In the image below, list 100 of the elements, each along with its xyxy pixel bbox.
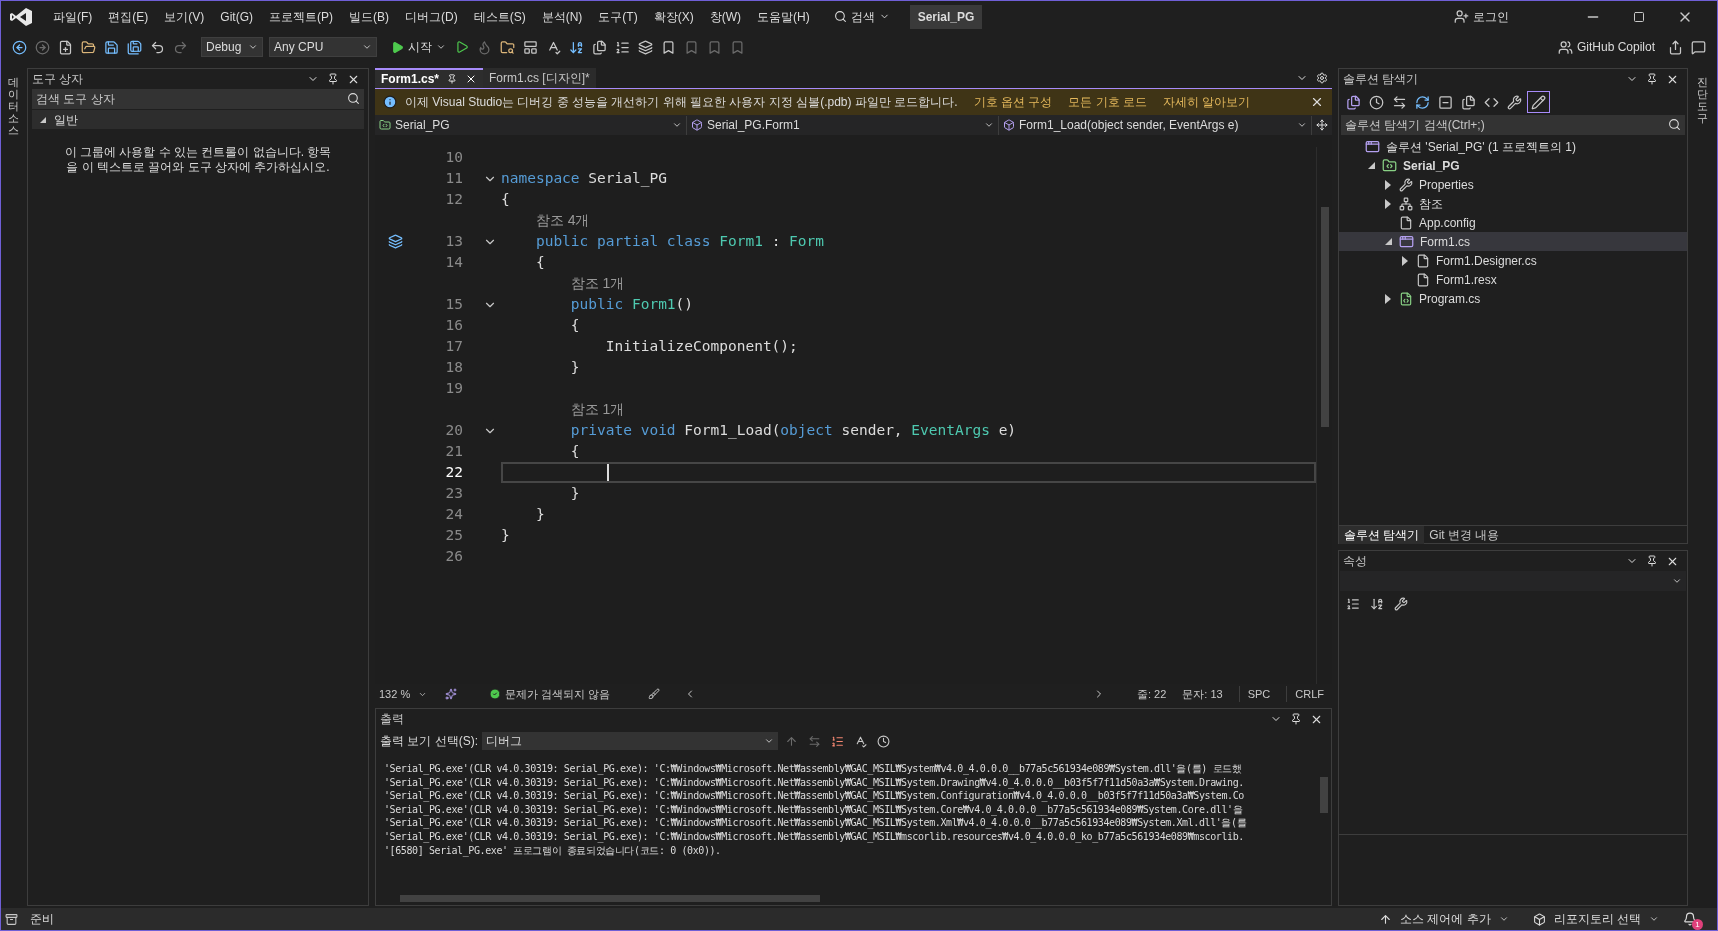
search-field[interactable]: 검색 도구 상자 bbox=[32, 89, 364, 109]
menu-item[interactable]: 파일(F) bbox=[45, 7, 101, 26]
line-number: 26 bbox=[444, 546, 463, 566]
box-icon bbox=[1532, 912, 1546, 926]
group-header[interactable]: 일반 bbox=[32, 110, 364, 129]
code-map-icon[interactable] bbox=[387, 234, 403, 249]
expanded-arrow-icon[interactable] bbox=[1367, 162, 1375, 169]
code-cleanup-icon[interactable] bbox=[648, 688, 661, 700]
tree-item[interactable]: Properties bbox=[1339, 175, 1687, 194]
tree-item[interactable]: 참조 bbox=[1339, 194, 1687, 213]
wrench-icon bbox=[1399, 177, 1413, 192]
collapsed-arrow-icon[interactable] bbox=[1402, 255, 1408, 266]
people-icon bbox=[1557, 39, 1573, 55]
close-icon[interactable] bbox=[1310, 95, 1324, 109]
pin-icon[interactable] bbox=[1646, 73, 1658, 85]
menu-item[interactable]: 편집(E) bbox=[100, 7, 157, 26]
search-button[interactable]: 검색 bbox=[825, 7, 898, 26]
menu-item[interactable]: 도구(T) bbox=[590, 7, 646, 26]
code-line: { bbox=[501, 189, 510, 209]
folder-search-icon bbox=[500, 39, 515, 55]
maximize-icon[interactable] bbox=[1633, 10, 1645, 23]
info-link[interactable]: 모든 기호 로드 bbox=[1068, 93, 1147, 111]
navigation-dropdown[interactable]: Serial_PG bbox=[375, 115, 687, 135]
tree-item[interactable]: App.config bbox=[1339, 213, 1687, 232]
menu-item[interactable]: 보기(V) bbox=[156, 7, 213, 26]
info-message: 이제 Visual Studio는 디버깅 중 성능을 개선하기 위해 필요한 사용자 지정 심볼(.pdb) 파일만 로드합니다. bbox=[405, 94, 958, 111]
code-line: } bbox=[569, 483, 580, 503]
line-ending-indicator[interactable]: CRLF bbox=[1286, 685, 1332, 703]
preview-button[interactable] bbox=[1527, 91, 1550, 113]
navigation-dropdown[interactable]: Serial_PG.Form1 bbox=[687, 115, 999, 135]
output-line: 'Serial_PG.exe'(CLR v4.0.30319: Serial_PG.exe): 'C:₩Windows₩Microsoft.Net₩assembly₩GAC_MSIL₩System.Drawing₩v4.0_4.0.0.0__b03f5f7f11d50a3a₩System.Drawing. bbox=[384, 775, 1245, 790]
search-field[interactable]: 솔루션 탐색기 검색(Ctrl+;) bbox=[1341, 115, 1685, 135]
repository-button[interactable]: 리포지토리 선택 bbox=[1532, 910, 1659, 928]
app-logo bbox=[9, 6, 33, 27]
caret-icon bbox=[1649, 914, 1659, 924]
menu-item[interactable]: 디버그(D) bbox=[397, 7, 466, 26]
platform-dropdown[interactable]: Any CPU bbox=[269, 37, 377, 57]
menu-item[interactable]: 테스트(S) bbox=[465, 7, 534, 26]
caret-icon bbox=[764, 736, 774, 746]
tree-item[interactable]: Form1.cs bbox=[1339, 232, 1687, 251]
collapsed-arrow-icon[interactable] bbox=[1385, 179, 1391, 190]
output-line: 'Serial_PG.exe'(CLR v4.0.30319: Serial_PG.exe): 'C:₩Windows₩Microsoft.Net₩assembly₩GAC_MSIL₩System.Core₩v4.0_4.0.0.0__b77a5c561934e089₩System.Core.dll'을 bbox=[384, 802, 1244, 817]
collapsed-arrow-icon[interactable] bbox=[1385, 293, 1391, 304]
zoom-dropdown[interactable]: 132 % bbox=[375, 685, 437, 703]
tree-item[interactable]: Form1.resx bbox=[1339, 270, 1687, 289]
menu-item[interactable]: 프로젝트(P) bbox=[261, 7, 341, 26]
pin-icon[interactable] bbox=[447, 74, 458, 84]
menu-item[interactable]: 분석(N) bbox=[533, 7, 591, 26]
tree-item[interactable]: Serial_PG bbox=[1339, 156, 1687, 175]
start-button[interactable]: 시작 bbox=[387, 36, 450, 58]
split-icon[interactable] bbox=[1316, 119, 1328, 131]
panel-tab[interactable]: 솔루션 탐색기 bbox=[1339, 525, 1425, 544]
output-source-label: 출력 보기 선택(S): bbox=[380, 733, 478, 750]
reference-count-link[interactable]: 참조 1개 bbox=[570, 399, 625, 420]
sparkle-icon[interactable] bbox=[445, 688, 457, 700]
menu-item[interactable]: 창(W) bbox=[701, 7, 749, 26]
data-sources-tab[interactable]: 데이터 소스 bbox=[7, 76, 19, 137]
property-pages-icon bbox=[1394, 597, 1408, 611]
info-link[interactable]: 기호 옵션 구성 bbox=[973, 93, 1053, 111]
menu-item[interactable]: 도움말(H) bbox=[749, 7, 818, 26]
whitespace-indicator[interactable]: SPC bbox=[1238, 685, 1279, 703]
project-icon bbox=[1382, 158, 1397, 173]
info-link[interactable]: 자세히 알아보기 bbox=[1162, 93, 1251, 111]
column-indicator[interactable]: 문자: 13 bbox=[1182, 685, 1223, 703]
expanded-arrow-icon[interactable] bbox=[1384, 238, 1392, 245]
panel-tab[interactable]: Git 변경 내용 bbox=[1424, 525, 1505, 544]
output-source-dropdown[interactable]: 디버그 bbox=[482, 732, 778, 750]
reference-count-link[interactable]: 참조 1개 bbox=[570, 273, 625, 294]
settings-icon[interactable] bbox=[1316, 72, 1328, 84]
line-number: 21 bbox=[444, 441, 463, 461]
collapsed-arrow-icon[interactable] bbox=[1385, 198, 1391, 209]
copilot-button[interactable]: GitHub Copilot bbox=[1557, 38, 1655, 56]
notification-icon[interactable] bbox=[1683, 912, 1697, 926]
refresh-icon bbox=[1415, 94, 1430, 110]
pin-icon[interactable] bbox=[327, 73, 339, 85]
status-text: 준비 bbox=[30, 911, 54, 928]
tree-item[interactable]: Program.cs bbox=[1339, 289, 1687, 308]
pin-icon[interactable] bbox=[1646, 555, 1658, 567]
tree-item[interactable]: 솔루션 'Serial_PG' (1 프로젝트의 1) bbox=[1339, 137, 1687, 156]
login-button[interactable]: 로그인 bbox=[1454, 7, 1509, 26]
save-all-icon bbox=[127, 39, 142, 55]
reference-count-link[interactable]: 참조 4개 bbox=[535, 210, 590, 231]
code-line: public partial class Form1 : Form bbox=[534, 231, 825, 251]
group-label: 일반 bbox=[54, 111, 78, 129]
tree-item[interactable]: Form1.Designer.cs bbox=[1339, 251, 1687, 270]
tree-item-label: 참조 bbox=[1419, 195, 1443, 213]
menu-item[interactable]: 확장(X) bbox=[645, 7, 702, 26]
source-control-button[interactable]: 소스 제어에 추가 bbox=[1379, 910, 1509, 928]
navigation-dropdown[interactable]: Form1_Load(object sender, EventArgs e) bbox=[999, 115, 1312, 135]
menu-item[interactable]: 빌드(B) bbox=[341, 7, 397, 26]
issues-status[interactable]: 문제가 검색되지 않음 bbox=[489, 685, 611, 703]
line-indicator[interactable]: 줄: 22 bbox=[1136, 685, 1167, 703]
diagnostic-tools-tab[interactable]: 진단 도구 bbox=[1696, 76, 1708, 125]
line-number: 13 bbox=[444, 231, 463, 251]
pin-icon[interactable] bbox=[1290, 713, 1302, 725]
configuration-dropdown[interactable]: Debug bbox=[201, 37, 263, 57]
editor-tab[interactable]: Form1.cs* bbox=[375, 68, 484, 88]
editor-tab[interactable]: Form1.cs [디자인]* bbox=[483, 68, 596, 88]
member-icon bbox=[691, 119, 703, 131]
menu-item[interactable]: Git(G) bbox=[212, 7, 261, 26]
